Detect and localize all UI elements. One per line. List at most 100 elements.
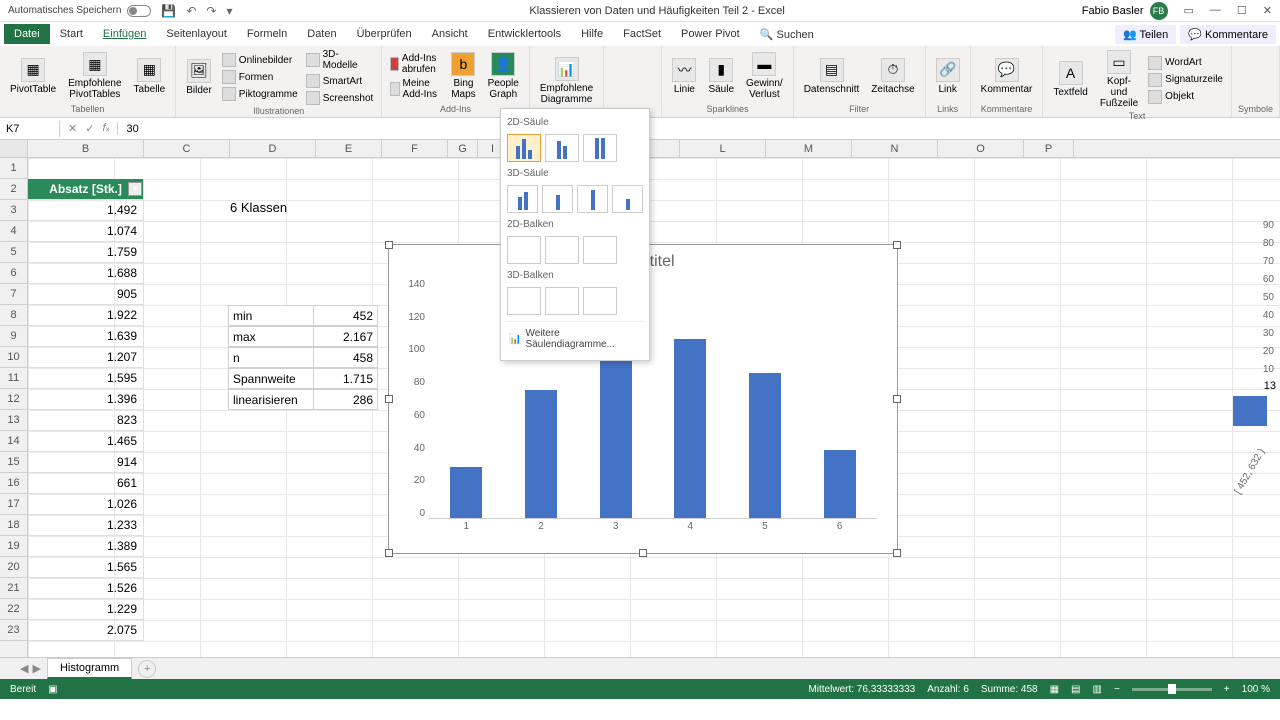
timeline-button[interactable]: ⏱Zeitachse (867, 56, 918, 97)
redo-icon[interactable]: ↷ (206, 4, 216, 18)
stacked100-bar-3d[interactable] (583, 287, 617, 315)
textbox-button[interactable]: ATextfeld (1049, 59, 1091, 100)
cell-b22[interactable]: 1.229 (28, 599, 144, 620)
cell-b8[interactable]: 1.922 (28, 305, 144, 326)
tab-einfuegen[interactable]: Einfügen (93, 24, 156, 44)
row-header-18[interactable]: 18 (0, 515, 27, 536)
cell-b16[interactable]: 661 (28, 473, 144, 494)
resize-handle[interactable] (385, 395, 393, 403)
row-header-4[interactable]: 4 (0, 221, 27, 242)
sheet-tab-histogramm[interactable]: Histogramm (47, 658, 132, 679)
row-header-23[interactable]: 23 (0, 620, 27, 641)
wordart-button[interactable]: WordArt (1146, 55, 1225, 71)
zoom-out-icon[interactable]: − (1114, 684, 1120, 695)
tab-formeln[interactable]: Formeln (237, 24, 297, 44)
maximize-icon[interactable]: ☐ (1237, 4, 1247, 17)
stacked-column-3d[interactable] (542, 185, 573, 213)
stacked-bar-3d[interactable] (545, 287, 579, 315)
zoom-in-icon[interactable]: + (1224, 684, 1230, 695)
row-header-15[interactable]: 15 (0, 452, 27, 473)
tab-datei[interactable]: Datei (4, 24, 50, 44)
col-header-O[interactable]: O (938, 140, 1024, 158)
tab-ueberpruefen[interactable]: Überprüfen (347, 24, 422, 44)
col-b-header[interactable]: Absatz [Stk.] ▾ (28, 179, 144, 200)
row-header-13[interactable]: 13 (0, 410, 27, 431)
chart-bar-5[interactable] (749, 373, 781, 518)
line-spark-button[interactable]: 〰Linie (668, 56, 700, 97)
col-header-B[interactable]: B (28, 140, 144, 158)
cell-b9[interactable]: 1.639 (28, 326, 144, 347)
resize-handle[interactable] (639, 549, 647, 557)
cell-b17[interactable]: 1.026 (28, 494, 144, 515)
clustered-column-3d[interactable] (507, 185, 538, 213)
clustered-bar-2d[interactable] (507, 236, 541, 264)
chart-bar-4[interactable] (674, 339, 706, 518)
share-button[interactable]: 👥 Teilen (1115, 25, 1176, 44)
signature-button[interactable]: Signaturzeile (1146, 72, 1225, 88)
col-header-C[interactable]: C (144, 140, 230, 158)
fx-icon[interactable]: 𝑓ₓ (102, 122, 109, 135)
winloss-spark-button[interactable]: ▬Gewinn/ Verlust (742, 50, 787, 102)
chart-bar-6[interactable] (824, 450, 856, 518)
row-header-7[interactable]: 7 (0, 284, 27, 305)
row-header-9[interactable]: 9 (0, 326, 27, 347)
zoom-level[interactable]: 100 % (1242, 684, 1270, 695)
cell-b14[interactable]: 1.465 (28, 431, 144, 452)
resize-handle[interactable] (893, 549, 901, 557)
recommended-pivot-button[interactable]: ▦Empfohlene PivotTables (64, 50, 125, 102)
row-header-6[interactable]: 6 (0, 263, 27, 284)
people-graph-button[interactable]: 👤People Graph (484, 50, 523, 102)
tab-entwicklertools[interactable]: Entwicklertools (478, 24, 571, 44)
next-sheet-icon[interactable]: ▶ (32, 662, 40, 675)
col-header-M[interactable]: M (766, 140, 852, 158)
screenshot-button[interactable]: Screenshot (304, 90, 376, 106)
comment-button[interactable]: 💬Kommentar (977, 56, 1037, 97)
bing-maps-button[interactable]: bBing Maps (447, 50, 479, 102)
cancel-formula-icon[interactable]: ✕ (68, 122, 77, 135)
resize-handle[interactable] (893, 241, 901, 249)
table-button[interactable]: ▦Tabelle (130, 56, 170, 97)
header-footer-button[interactable]: ▭Kopf- und Fußzeile (1096, 48, 1142, 111)
col-header-P[interactable]: P (1024, 140, 1074, 158)
recommended-charts-button[interactable]: 📊Empfohlene Diagramme (536, 55, 597, 107)
col-header-N[interactable]: N (852, 140, 938, 158)
view-normal-icon[interactable]: ▦ (1050, 684, 1059, 695)
tab-hilfe[interactable]: Hilfe (571, 24, 613, 44)
get-addins-button[interactable]: Add-Ins abrufen (388, 52, 443, 76)
tab-daten[interactable]: Daten (297, 24, 346, 44)
row-header-19[interactable]: 19 (0, 536, 27, 557)
row-header-22[interactable]: 22 (0, 599, 27, 620)
cell-b21[interactable]: 1.526 (28, 578, 144, 599)
col-header-E[interactable]: E (316, 140, 382, 158)
row-header-8[interactable]: 8 (0, 305, 27, 326)
3dmodels-button[interactable]: 3D-Modelle (304, 48, 376, 72)
cell-b19[interactable]: 1.389 (28, 536, 144, 557)
filter-dropdown-icon[interactable]: ▾ (128, 182, 142, 196)
tab-start[interactable]: Start (50, 24, 93, 44)
more-column-charts[interactable]: 📊Weitere Säulendiagramme... (505, 321, 645, 356)
cell-b10[interactable]: 1.207 (28, 347, 144, 368)
tab-factset[interactable]: FactSet (613, 24, 671, 44)
user-info[interactable]: Fabio Basler FB (1082, 2, 1168, 20)
row-header-2[interactable]: 2 (0, 179, 27, 200)
row-header-10[interactable]: 10 (0, 347, 27, 368)
col-header-L[interactable]: L (680, 140, 766, 158)
cells-area[interactable]: Absatz [Stk.] ▾ 1.4921.0741.7591.6889051… (28, 158, 1280, 657)
stacked100-column-2d[interactable] (583, 134, 617, 162)
tab-ansicht[interactable]: Ansicht (422, 24, 478, 44)
pivottable-button[interactable]: ▦PivotTable (6, 56, 60, 97)
slicer-button[interactable]: ▤Datenschnitt (800, 56, 864, 97)
clustered-column-2d[interactable] (507, 134, 541, 162)
clustered-bar-3d[interactable] (507, 287, 541, 315)
row-header-1[interactable]: 1 (0, 158, 27, 179)
tab-suchen[interactable]: 🔍 Suchen (750, 24, 824, 45)
col-header-G[interactable]: G (448, 140, 478, 158)
row-header-14[interactable]: 14 (0, 431, 27, 452)
pictures-button[interactable]: 🖼Bilder (182, 57, 216, 98)
stacked-bar-2d[interactable] (545, 236, 579, 264)
autosave-toggle[interactable] (127, 5, 151, 17)
smartart-button[interactable]: SmartArt (304, 73, 376, 89)
row-header-3[interactable]: 3 (0, 200, 27, 221)
minimize-icon[interactable]: — (1210, 4, 1221, 17)
cell-b13[interactable]: 823 (28, 410, 144, 431)
